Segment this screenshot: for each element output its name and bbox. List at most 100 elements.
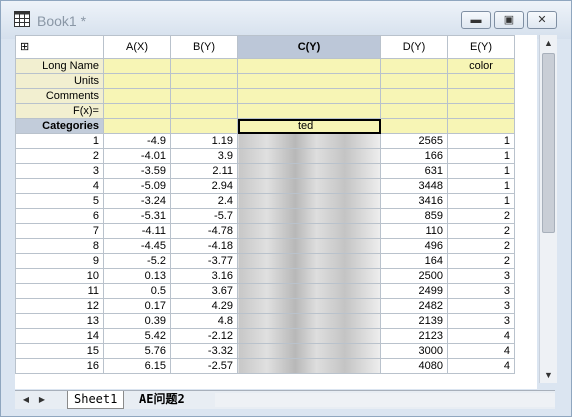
meta-cell[interactable] [447, 88, 515, 104]
row-number[interactable]: 1 [15, 133, 104, 149]
cell-b[interactable]: 3.9 [170, 148, 238, 164]
cell-d[interactable]: 859 [380, 208, 448, 224]
tab-sheet2[interactable]: AE问题2 [133, 391, 191, 408]
meta-cell[interactable] [170, 58, 238, 74]
cell-a[interactable]: -4.45 [103, 238, 171, 254]
cell-e[interactable]: 2 [447, 238, 515, 254]
cell-e[interactable]: 1 [447, 178, 515, 194]
cell-a[interactable]: -3.24 [103, 193, 171, 209]
row-number[interactable]: 5 [15, 193, 104, 209]
cell-d[interactable]: 4080 [380, 358, 448, 374]
cell-e[interactable]: 2 [447, 253, 515, 269]
row-number[interactable]: 15 [15, 343, 104, 359]
cell-c-redacted[interactable] [237, 283, 381, 299]
cell-e[interactable]: 3 [447, 268, 515, 284]
horizontal-scrollbar[interactable] [215, 393, 555, 407]
cell-c-redacted[interactable] [237, 238, 381, 254]
vertical-scrollbar[interactable]: ▲ ▼ [539, 35, 557, 383]
meta-cell[interactable] [447, 103, 515, 119]
cell-b[interactable]: 3.67 [170, 283, 238, 299]
row-number[interactable]: 9 [15, 253, 104, 269]
cell-e[interactable]: 4 [447, 358, 515, 374]
cell-a[interactable]: 0.17 [103, 298, 171, 314]
cell-e[interactable]: 3 [447, 283, 515, 299]
tab-sheet1[interactable]: Sheet1 [67, 391, 125, 409]
cell-d[interactable]: 2482 [380, 298, 448, 314]
cell-e[interactable]: 3 [447, 313, 515, 329]
categories-cell[interactable] [380, 118, 448, 134]
cell-b[interactable]: -2.57 [170, 358, 238, 374]
cell-d[interactable]: 110 [380, 223, 448, 239]
cell-c-redacted[interactable] [237, 178, 381, 194]
cell-b[interactable]: 4.29 [170, 298, 238, 314]
cell-b[interactable]: -2.12 [170, 328, 238, 344]
cell-a[interactable]: 0.39 [103, 313, 171, 329]
cell-c-redacted[interactable] [237, 148, 381, 164]
cell-c-redacted[interactable] [237, 268, 381, 284]
cell-c-redacted[interactable] [237, 328, 381, 344]
cell-c-redacted[interactable] [237, 223, 381, 239]
row-number[interactable]: 4 [15, 178, 104, 194]
row-number[interactable]: 14 [15, 328, 104, 344]
cell-c-redacted[interactable] [237, 133, 381, 149]
meta-cell[interactable] [103, 103, 171, 119]
meta-cell[interactable] [380, 73, 448, 89]
cell-c-redacted[interactable] [237, 163, 381, 179]
row-number[interactable]: 12 [15, 298, 104, 314]
column-header-e[interactable]: E(Y) [447, 35, 515, 59]
cell-c-redacted[interactable] [237, 343, 381, 359]
cell-a[interactable]: 0.5 [103, 283, 171, 299]
minimize-button[interactable]: ▬ [461, 11, 491, 29]
cell-c-redacted[interactable] [237, 298, 381, 314]
cell-b[interactable]: -4.78 [170, 223, 238, 239]
cell-a[interactable]: -5.2 [103, 253, 171, 269]
cell-d[interactable]: 3000 [380, 343, 448, 359]
row-number[interactable]: 10 [15, 268, 104, 284]
select-all-corner[interactable]: ⊞ [15, 35, 104, 59]
cell-d[interactable]: 164 [380, 253, 448, 269]
cell-c-redacted[interactable] [237, 193, 381, 209]
cell-d[interactable]: 631 [380, 163, 448, 179]
tab-scroll-right-icon[interactable]: ▶ [35, 393, 49, 407]
cell-e[interactable]: 4 [447, 343, 515, 359]
cell-b[interactable]: 2.4 [170, 193, 238, 209]
column-header-d[interactable]: D(Y) [380, 35, 448, 59]
column-header-a[interactable]: A(X) [103, 35, 171, 59]
meta-cell[interactable] [170, 73, 238, 89]
cell-c-redacted[interactable] [237, 358, 381, 374]
column-header-b[interactable]: B(Y) [170, 35, 238, 59]
cell-d[interactable]: 2123 [380, 328, 448, 344]
cell-d[interactable]: 2565 [380, 133, 448, 149]
categories-cell[interactable] [170, 118, 238, 134]
meta-cell[interactable] [380, 88, 448, 104]
cell-a[interactable]: 5.76 [103, 343, 171, 359]
active-cell[interactable]: ted [237, 118, 381, 134]
close-button[interactable]: ✕ [527, 11, 557, 29]
cell-a[interactable]: -3.59 [103, 163, 171, 179]
cell-a[interactable]: 5.42 [103, 328, 171, 344]
row-number[interactable]: 7 [15, 223, 104, 239]
cell-a[interactable]: 6.15 [103, 358, 171, 374]
meta-cell[interactable] [103, 88, 171, 104]
meta-cell[interactable] [103, 58, 171, 74]
cell-d[interactable]: 166 [380, 148, 448, 164]
row-number[interactable]: 16 [15, 358, 104, 374]
column-header-c[interactable]: C(Y) [237, 35, 381, 59]
scroll-down-icon[interactable]: ▼ [540, 367, 557, 383]
meta-cell[interactable] [237, 73, 381, 89]
cell-a[interactable]: -4.01 [103, 148, 171, 164]
cell-b[interactable]: 2.94 [170, 178, 238, 194]
cell-c-redacted[interactable] [237, 208, 381, 224]
row-number[interactable]: 8 [15, 238, 104, 254]
title-bar[interactable]: Book1 * ▬ ▣ ✕ [1, 1, 571, 39]
tab-scroll-left-icon[interactable]: ◀ [19, 393, 33, 407]
meta-cell[interactable] [103, 73, 171, 89]
scroll-up-icon[interactable]: ▲ [540, 35, 557, 51]
cell-b[interactable]: 2.11 [170, 163, 238, 179]
cell-a[interactable]: -5.09 [103, 178, 171, 194]
cell-d[interactable]: 3448 [380, 178, 448, 194]
meta-cell[interactable] [380, 58, 448, 74]
cell-e[interactable]: 3 [447, 298, 515, 314]
scroll-thumb[interactable] [542, 53, 555, 233]
cell-a[interactable]: 0.13 [103, 268, 171, 284]
